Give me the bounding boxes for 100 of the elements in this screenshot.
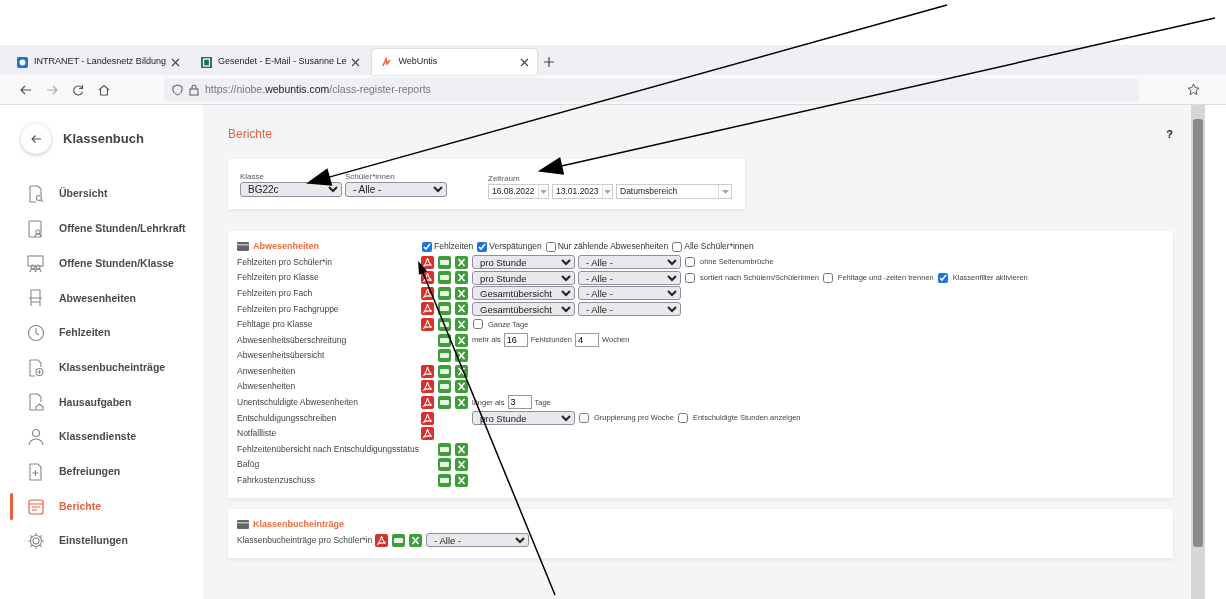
checkbox[interactable] [685,272,695,283]
sidebar-item[interactable]: Offene Stunden/Lehrkraft [0,211,203,247]
chair-icon [27,289,45,308]
report-label: Fehlzeiten pro Schüler*in [237,255,333,269]
sidebar-item[interactable]: Abwesenheiten [0,281,203,316]
select-field[interactable]: - Alle - [578,270,681,285]
select-field[interactable]: BG22c [240,182,342,197]
report-label: Fehltage pro Klasse [237,318,314,331]
sidebar-item[interactable]: Fehlzeiten [0,315,203,351]
close-icon[interactable] [351,57,361,67]
square-logo-icon [16,55,29,69]
checkbox-label: Verspätungen [489,240,542,253]
select-field[interactable]: Gesamtübersicht [472,301,575,316]
select-field[interactable]: pro Stunde [472,255,575,270]
report-label: Abwesenheitsübersicht [237,349,326,363]
report-label: Bafög [237,458,261,472]
csv-icon[interactable] [438,302,451,316]
checkbox[interactable] [937,272,948,283]
card-icon [237,520,249,530]
people-board-icon [27,254,45,273]
report-label: Fehlzeiten pro Fach [237,286,314,300]
back-arrow-icon [30,134,42,144]
browser-tab[interactable]: WebUntis [372,49,538,75]
checkbox[interactable] [477,241,488,252]
back-arrow-icon[interactable] [20,83,32,96]
caret-icon [721,189,729,194]
select-field[interactable]: Datumsbereich [616,184,732,199]
forward-arrow-icon [46,83,58,96]
date-field[interactable]: 16.08.2022 [488,184,549,199]
select-field[interactable]: - Alle - [426,533,530,548]
tab-title: INTRANET - Landesnetz Bildung [34,55,166,69]
report-label: Fahrkostenzuschuss [237,474,316,487]
field-label: Klasse [240,172,265,182]
checkbox[interactable] [822,272,833,283]
report-label: Fehlzeiten pro Klasse [237,271,320,285]
section-title: Klassenbucheinträge [253,518,345,532]
sidebar-item[interactable]: Übersicht [0,177,203,212]
scrollbar-thumb[interactable] [1193,119,1203,547]
input-field[interactable]: 4 [575,333,600,348]
report-label: Unentschuldigte Abwesenheiten [237,396,359,409]
report-label: Klassenbucheinträge pro Schüler*in [237,533,373,547]
address-bar[interactable]: https://niobe.webuntis.com/class-register-reports [164,77,1139,102]
tab-title: WebUntis [398,55,439,69]
csv-icon[interactable] [438,333,451,347]
gear-icon [27,532,45,551]
document-search-icon [27,185,45,204]
reload-icon[interactable] [72,83,84,96]
checkbox[interactable] [677,413,688,424]
field-label: Schüler*innen [345,172,396,182]
help-link[interactable]: ? [1166,125,1173,143]
close-icon[interactable] [170,57,180,67]
report-label: Anwesenheiten [237,364,297,378]
checkbox[interactable] [672,241,683,252]
caret-icon [603,189,611,194]
sidebar-item[interactable]: Befreiungen [0,454,203,490]
card-icon [237,242,249,252]
checkbox-label: Nur zählende Abwesenheiten [557,240,669,253]
input-field[interactable]: 16 [503,333,528,348]
checkbox[interactable] [473,319,483,330]
report-label: Abwesenheitsüberschreitung [237,333,348,347]
browser-tab[interactable]: INTRANET - Landesnetz Bildung [8,49,188,75]
document-home-icon [27,393,45,412]
select-field[interactable]: - Alle - [345,182,447,197]
checkbox[interactable] [545,241,556,252]
tab-title: Gesendet - E-Mail - Susanne Le [217,55,347,69]
close-icon[interactable] [520,57,530,67]
sidebar-item[interactable]: Einstellungen [0,523,203,559]
report-label: Entschuldigungsschreiben [237,411,338,425]
select-field[interactable]: - Alle - [578,286,681,301]
zigzag-logo-icon [380,55,394,69]
back-button[interactable] [21,124,51,154]
scrollbar[interactable] [1191,105,1205,599]
person-icon [27,428,45,447]
checkbox[interactable] [685,257,695,268]
sidebar-item[interactable]: Klassendienste [0,419,203,455]
sidebar-item[interactable]: Klassenbucheinträge [0,350,203,386]
report-label: Notfallliste [237,427,278,440]
date-field[interactable]: 13.01.2023 [552,184,613,199]
select-field[interactable]: - Alle - [578,301,681,316]
checkbox[interactable] [579,413,589,424]
report-calendar-icon [27,497,45,516]
page-title: Berichte [228,126,273,143]
document-person-icon [27,220,45,239]
checkbox-label: Fehlzeiten [434,240,474,253]
select-field[interactable]: - Alle - [578,255,681,270]
document-plus-icon [27,358,45,377]
sidebar-item[interactable]: Offene Stunden/Klasse [0,246,203,282]
url-text: https://niobe.webuntis.com/class-register-reports [205,81,431,97]
field-label: Zeitraum [488,174,521,184]
bookmark-star-icon[interactable] [1187,83,1200,96]
select-field[interactable]: Gesamtübersicht [472,286,575,301]
browser-tab[interactable]: Gesendet - E-Mail - Susanne Le [191,49,369,75]
checkbox[interactable] [422,241,432,252]
home-icon[interactable] [98,83,110,96]
pdf-icon[interactable] [421,255,434,269]
input-field[interactable]: 3 [507,395,532,410]
report-label: Fehlzeitenübersicht nach Entschuldigungsstatus [237,442,418,456]
sidebar-item[interactable]: Hausaufgaben [0,385,203,420]
excel-icon[interactable] [455,380,468,394]
select-field[interactable]: pro Stunde [472,270,575,285]
